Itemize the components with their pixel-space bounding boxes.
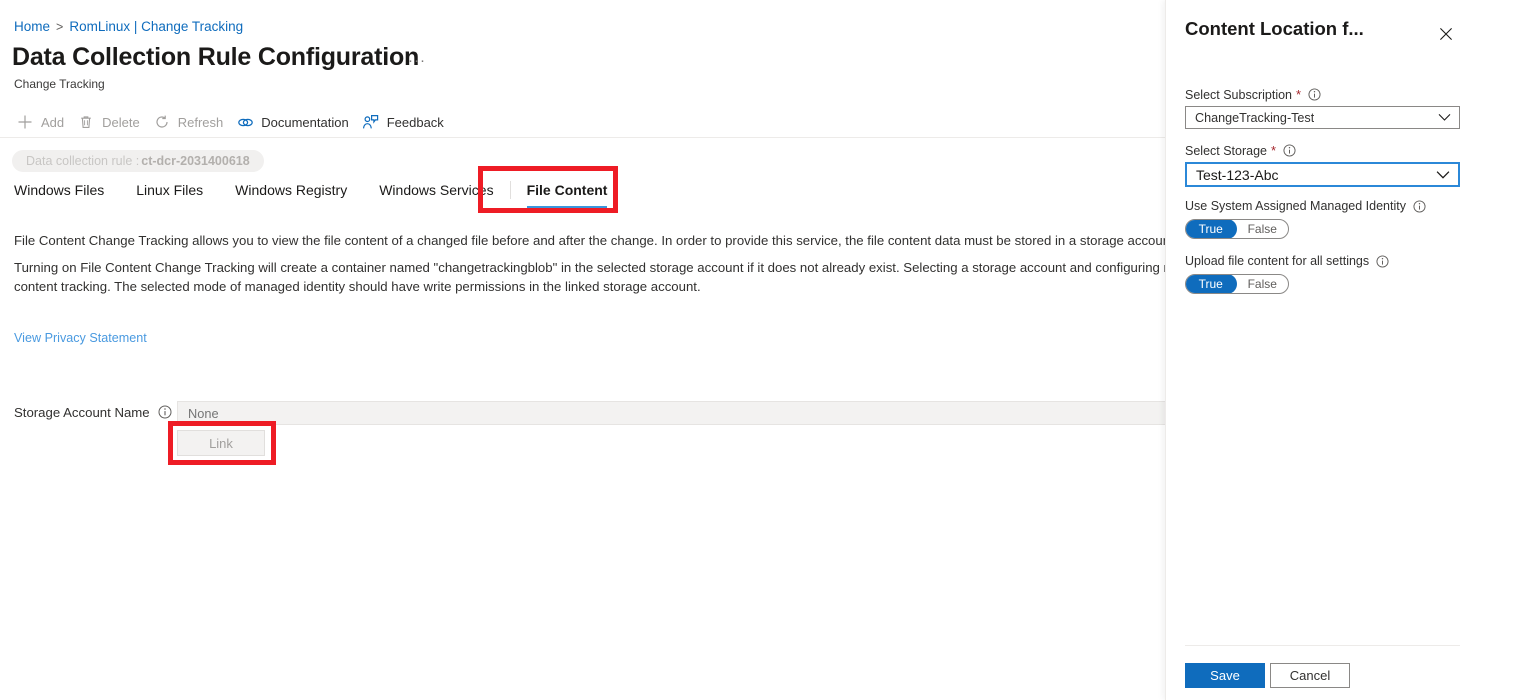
breadcrumb: Home > RomLinux | Change Tracking [14, 19, 243, 34]
link-storage-account-button[interactable]: Link [177, 430, 265, 456]
subscription-info-icon[interactable] [1308, 88, 1321, 101]
delete-button-label: Delete [102, 114, 140, 130]
upload-all-settings-toggle[interactable]: True False [1185, 274, 1289, 294]
panel-footer-divider [1185, 645, 1460, 646]
managed-identity-label-text: Use System Assigned Managed Identity [1185, 199, 1406, 213]
trash-icon [77, 113, 95, 131]
upload-all-settings-label-text: Upload file content for all settings [1185, 254, 1370, 268]
managed-identity-info-icon[interactable] [1413, 199, 1426, 213]
view-privacy-statement-link[interactable]: View Privacy Statement [14, 331, 147, 345]
chevron-down-icon [1436, 170, 1450, 180]
storage-info-icon[interactable] [1283, 144, 1296, 157]
refresh-button[interactable]: Refresh [149, 108, 233, 136]
dcr-chip-prefix: Data collection rule : [26, 154, 140, 168]
select-subscription-value: ChangeTracking-Test [1195, 110, 1315, 125]
add-button[interactable]: Add [12, 108, 73, 136]
file-content-description-paragraph: File Content Change Tracking allows you … [14, 233, 1165, 248]
cancel-button[interactable]: Cancel [1270, 663, 1350, 688]
tab-windows-services[interactable]: Windows Services [363, 180, 509, 210]
select-storage-value: Test-123-Abc [1196, 166, 1279, 183]
upload-all-settings-info-icon[interactable] [1376, 254, 1389, 268]
feedback-button-label: Feedback [386, 114, 444, 130]
plus-icon [16, 113, 34, 131]
storage-account-info-icon[interactable] [158, 405, 172, 419]
link-chain-icon [236, 113, 254, 131]
select-storage-label: Select Storage * [1185, 143, 1296, 158]
managed-identity-toggle[interactable]: True False [1185, 219, 1289, 239]
storage-required-asterisk: * [1271, 143, 1277, 158]
refresh-button-label: Refresh [177, 114, 224, 130]
file-content-container-paragraph: Turning on File Content Change Tracking … [14, 260, 1165, 294]
data-collection-rule-chip: Data collection rule : ct-dcr-2031400618 [12, 150, 264, 172]
upload-all-settings-toggle-false[interactable]: False [1237, 275, 1289, 293]
upload-all-settings-toggle-true[interactable]: True [1186, 275, 1237, 293]
tab-windows-registry[interactable]: Windows Registry [219, 180, 363, 210]
feedback-person-icon [362, 113, 380, 131]
command-bar: Add Delete Refresh Documentation Feedbac… [12, 108, 453, 136]
tab-file-content[interactable]: File Content [511, 180, 624, 210]
add-button-label: Add [41, 114, 65, 130]
close-icon[interactable] [1434, 22, 1458, 46]
breadcrumb-separator: > [56, 20, 64, 34]
documentation-button-label: Documentation [261, 114, 349, 130]
managed-identity-label: Use System Assigned Managed Identity [1185, 199, 1426, 213]
select-storage-label-text: Select Storage [1185, 143, 1267, 158]
feedback-button[interactable]: Feedback [358, 108, 453, 136]
tab-bar: Windows Files Linux Files Windows Regist… [12, 180, 623, 210]
managed-identity-toggle-true[interactable]: True [1186, 220, 1237, 238]
toolbar-divider [0, 137, 1165, 138]
storage-account-name-label: Storage Account Name [14, 405, 150, 420]
delete-button[interactable]: Delete [73, 108, 149, 136]
chevron-down-icon [1438, 113, 1451, 122]
breadcrumb-current[interactable]: RomLinux | Change Tracking [69, 19, 243, 34]
save-button[interactable]: Save [1185, 663, 1265, 688]
documentation-button[interactable]: Documentation [232, 108, 357, 136]
select-subscription-label: Select Subscription * [1185, 87, 1321, 102]
select-subscription-label-text: Select Subscription [1185, 87, 1293, 102]
page-subtitle: Change Tracking [14, 77, 105, 91]
tab-windows-files[interactable]: Windows Files [12, 180, 120, 210]
subscription-required-asterisk: * [1296, 87, 1302, 102]
refresh-icon [153, 113, 171, 131]
panel-title: Content Location f... [1185, 18, 1364, 39]
managed-identity-toggle-false[interactable]: False [1237, 220, 1289, 238]
page-title: Data Collection Rule Configuration [12, 43, 420, 71]
select-storage-dropdown[interactable]: Test-123-Abc [1185, 162, 1460, 187]
tab-linux-files[interactable]: Linux Files [120, 180, 219, 210]
breadcrumb-home[interactable]: Home [14, 19, 50, 34]
main-content-region: Home > RomLinux | Change Tracking Data Col… [0, 0, 1165, 700]
storage-account-name-input[interactable] [177, 401, 1165, 425]
page-more-actions-button[interactable]: ··· [408, 52, 426, 69]
select-subscription-dropdown[interactable]: ChangeTracking-Test [1185, 106, 1460, 129]
content-location-panel: Content Location f... Select Subscriptio… [1165, 0, 1525, 700]
upload-all-settings-label: Upload file content for all settings [1185, 254, 1389, 268]
dcr-chip-value: ct-dcr-2031400618 [141, 154, 250, 168]
